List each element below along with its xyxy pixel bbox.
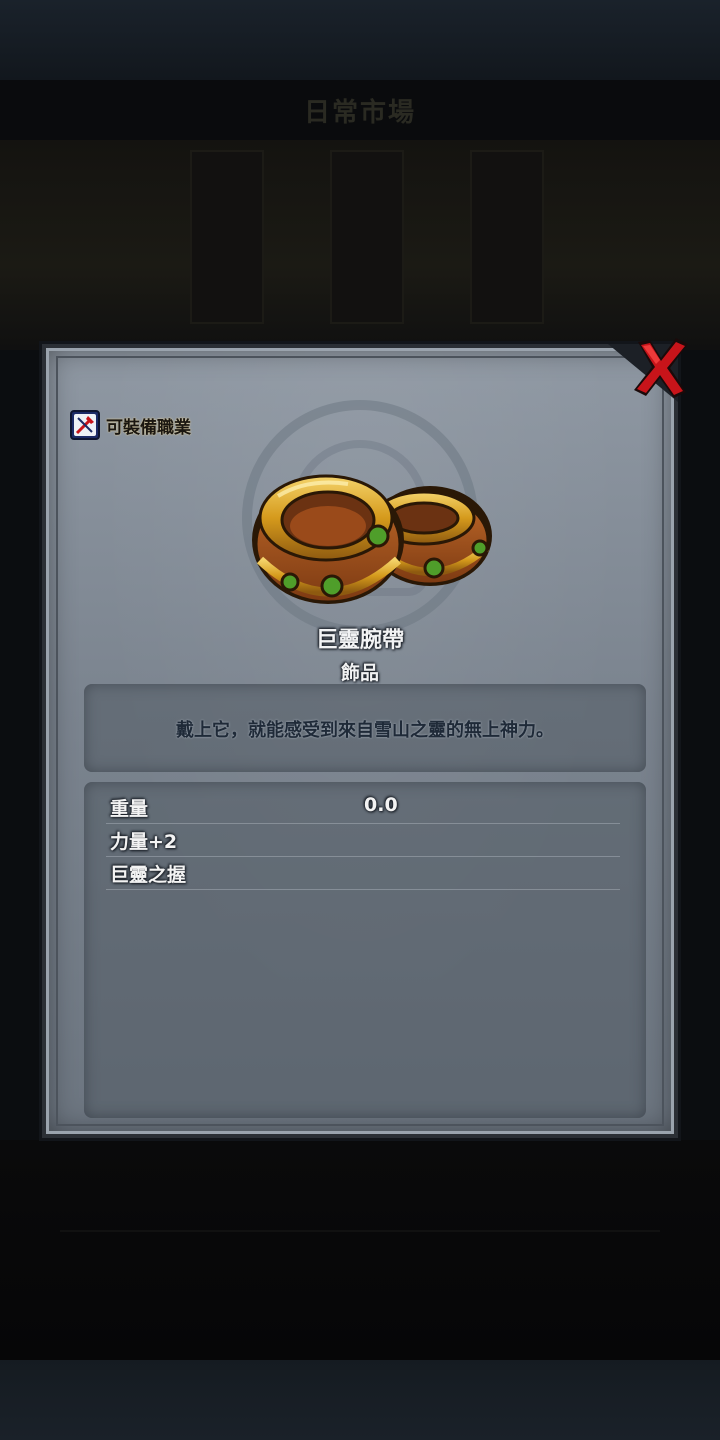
stat-value: 0.0 xyxy=(364,794,398,816)
stat-label: 巨靈之握 xyxy=(110,864,187,886)
description-panel: 戴上它，就能感受到來自雪山之靈的無上神力。 xyxy=(84,684,646,772)
top-bar xyxy=(0,0,720,80)
divider xyxy=(60,1230,660,1232)
item-detail-dialog: 可裝備職業 巨靈腕帶 飾品 戴上它，就能感受到來自雪山之靈的無上神力。 重量 0… xyxy=(42,338,688,1138)
close-button[interactable] xyxy=(630,336,692,400)
close-icon xyxy=(630,336,692,400)
stats-panel: 重量 0.0 力量+2 巨靈之握 xyxy=(84,782,646,1118)
equip-class-label: 可裝備職業 xyxy=(106,417,191,438)
item-name: 巨靈腕帶 xyxy=(315,628,404,653)
class-equip-icon xyxy=(70,410,100,440)
gold-bracelets-icon xyxy=(248,456,498,616)
item-description: 戴上它，就能感受到來自雪山之靈的無上神力。 xyxy=(176,720,554,741)
bottom-bar xyxy=(0,1360,720,1440)
equip-class-row[interactable]: 可裝備職業 xyxy=(70,408,191,442)
stat-label: 重量 xyxy=(110,798,149,820)
lower-panel xyxy=(0,1140,720,1360)
scene-pillar xyxy=(470,150,544,324)
stat-label: 力量+2 xyxy=(110,831,178,853)
scene-pillar xyxy=(330,150,404,324)
screen-title: 日常市場 xyxy=(303,98,416,128)
stat-row-skill: 巨靈之握 xyxy=(106,856,620,890)
stat-row-weight: 重量 0.0 xyxy=(106,790,620,824)
stat-row-strength: 力量+2 xyxy=(106,823,620,857)
item-type: 飾品 xyxy=(340,662,379,684)
scene-pillar xyxy=(190,150,264,324)
